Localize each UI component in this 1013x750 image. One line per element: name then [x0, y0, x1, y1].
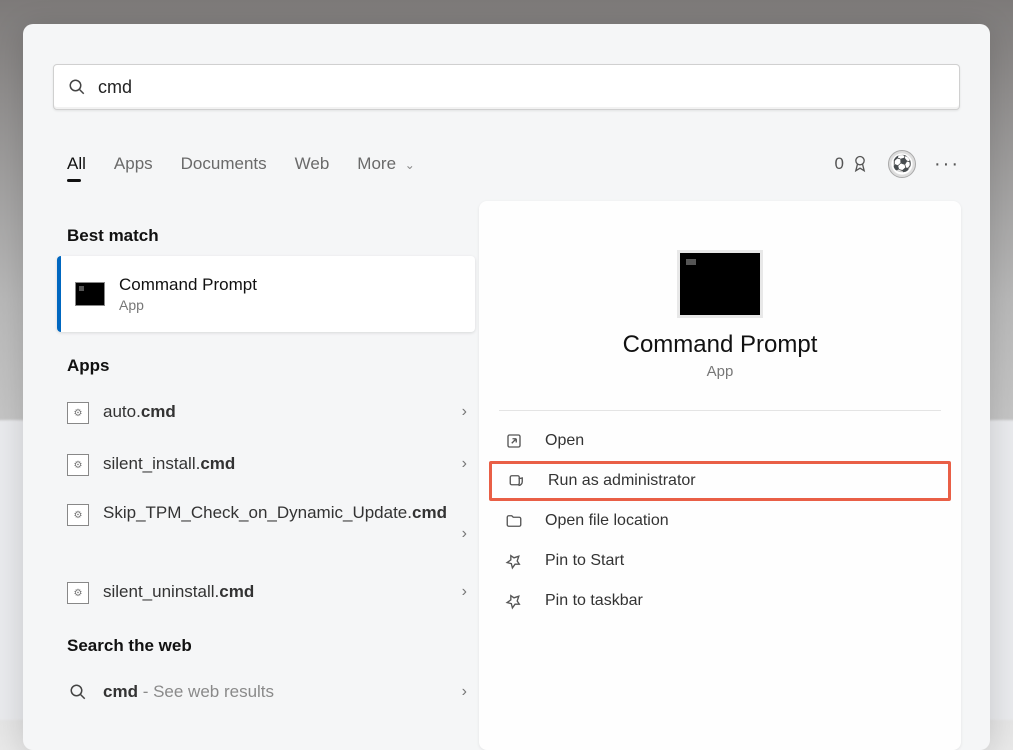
- chevron-down-icon: ⌄: [405, 158, 415, 172]
- tab-documents[interactable]: Documents: [181, 154, 267, 174]
- best-match-card[interactable]: Command Prompt App: [57, 256, 475, 332]
- action-open-location[interactable]: Open file location: [489, 501, 951, 541]
- tab-web[interactable]: Web: [295, 154, 330, 174]
- app-result-label: Skip_TPM_Check_on_Dynamic_Update.cmd: [103, 502, 462, 525]
- search-box[interactable]: [53, 64, 960, 110]
- tab-all[interactable]: All: [67, 154, 86, 174]
- best-match-title: Command Prompt: [119, 275, 257, 295]
- tab-apps[interactable]: Apps: [114, 154, 153, 174]
- action-label: Pin to taskbar: [545, 592, 643, 610]
- results-column: Best match Command Prompt App Apps ⚙ aut…: [57, 214, 475, 718]
- action-label: Open: [545, 432, 584, 450]
- action-pin-taskbar[interactable]: Pin to taskbar: [489, 581, 951, 621]
- chevron-right-icon: ›: [462, 525, 467, 543]
- chevron-right-icon: ›: [462, 683, 467, 701]
- action-open[interactable]: Open: [489, 421, 951, 461]
- pin-icon: [503, 552, 525, 570]
- web-result-label: cmd - See web results: [103, 681, 462, 704]
- detail-title: Command Prompt: [479, 331, 961, 359]
- tab-more[interactable]: More ⌄: [357, 154, 415, 174]
- app-result-0[interactable]: ⚙ auto.cmd ›: [57, 386, 475, 438]
- detail-subtitle: App: [479, 363, 961, 380]
- action-label: Run as administrator: [548, 472, 696, 490]
- detail-pane: Command Prompt App Open Run as administr…: [479, 201, 961, 750]
- best-match-subtitle: App: [119, 297, 257, 313]
- script-file-icon: ⚙: [67, 504, 89, 526]
- search-icon: [67, 681, 89, 703]
- detail-app-icon: [680, 253, 760, 315]
- app-result-2[interactable]: ⚙ Skip_TPM_Check_on_Dynamic_Update.cmd ›: [57, 490, 475, 566]
- open-icon: [503, 432, 525, 450]
- script-file-icon: ⚙: [67, 454, 89, 476]
- chevron-right-icon: ›: [462, 583, 467, 601]
- cmd-icon: [75, 282, 105, 306]
- more-options-icon[interactable]: ···: [934, 153, 960, 176]
- action-pin-start[interactable]: Pin to Start: [489, 541, 951, 581]
- search-icon: [68, 78, 86, 96]
- tabs-row: All Apps Documents Web More ⌄ 0 ⚽ ···: [67, 144, 960, 184]
- section-search-web: Search the web: [67, 636, 465, 656]
- chevron-right-icon: ›: [462, 455, 467, 473]
- script-file-icon: ⚙: [67, 582, 89, 604]
- divider: [499, 410, 941, 411]
- search-input[interactable]: [98, 77, 945, 98]
- app-result-label: auto.cmd: [103, 401, 462, 424]
- app-result-label: silent_install.cmd: [103, 453, 462, 476]
- tab-more-label: More: [357, 154, 396, 173]
- action-run-admin[interactable]: Run as administrator: [489, 461, 951, 501]
- search-panel: All Apps Documents Web More ⌄ 0 ⚽ ··· Be…: [23, 24, 990, 750]
- script-file-icon: ⚙: [67, 402, 89, 424]
- rewards-count: 0: [835, 154, 844, 174]
- actions-list: Open Run as administrator Open file loca…: [489, 421, 951, 621]
- action-label: Pin to Start: [545, 552, 624, 570]
- action-label: Open file location: [545, 512, 669, 530]
- app-result-3[interactable]: ⚙ silent_uninstall.cmd ›: [57, 566, 475, 618]
- medal-icon: [850, 154, 870, 174]
- app-result-label: silent_uninstall.cmd: [103, 581, 462, 604]
- web-result[interactable]: cmd - See web results ›: [57, 666, 475, 718]
- rewards-badge[interactable]: 0: [835, 154, 870, 174]
- section-best-match: Best match: [67, 226, 465, 246]
- folder-icon: [503, 512, 525, 530]
- interests-icon[interactable]: ⚽: [888, 150, 916, 178]
- app-result-1[interactable]: ⚙ silent_install.cmd ›: [57, 438, 475, 490]
- section-apps: Apps: [67, 356, 465, 376]
- chevron-right-icon: ›: [462, 403, 467, 421]
- pin-icon: [503, 592, 525, 610]
- shield-admin-icon: [506, 472, 528, 490]
